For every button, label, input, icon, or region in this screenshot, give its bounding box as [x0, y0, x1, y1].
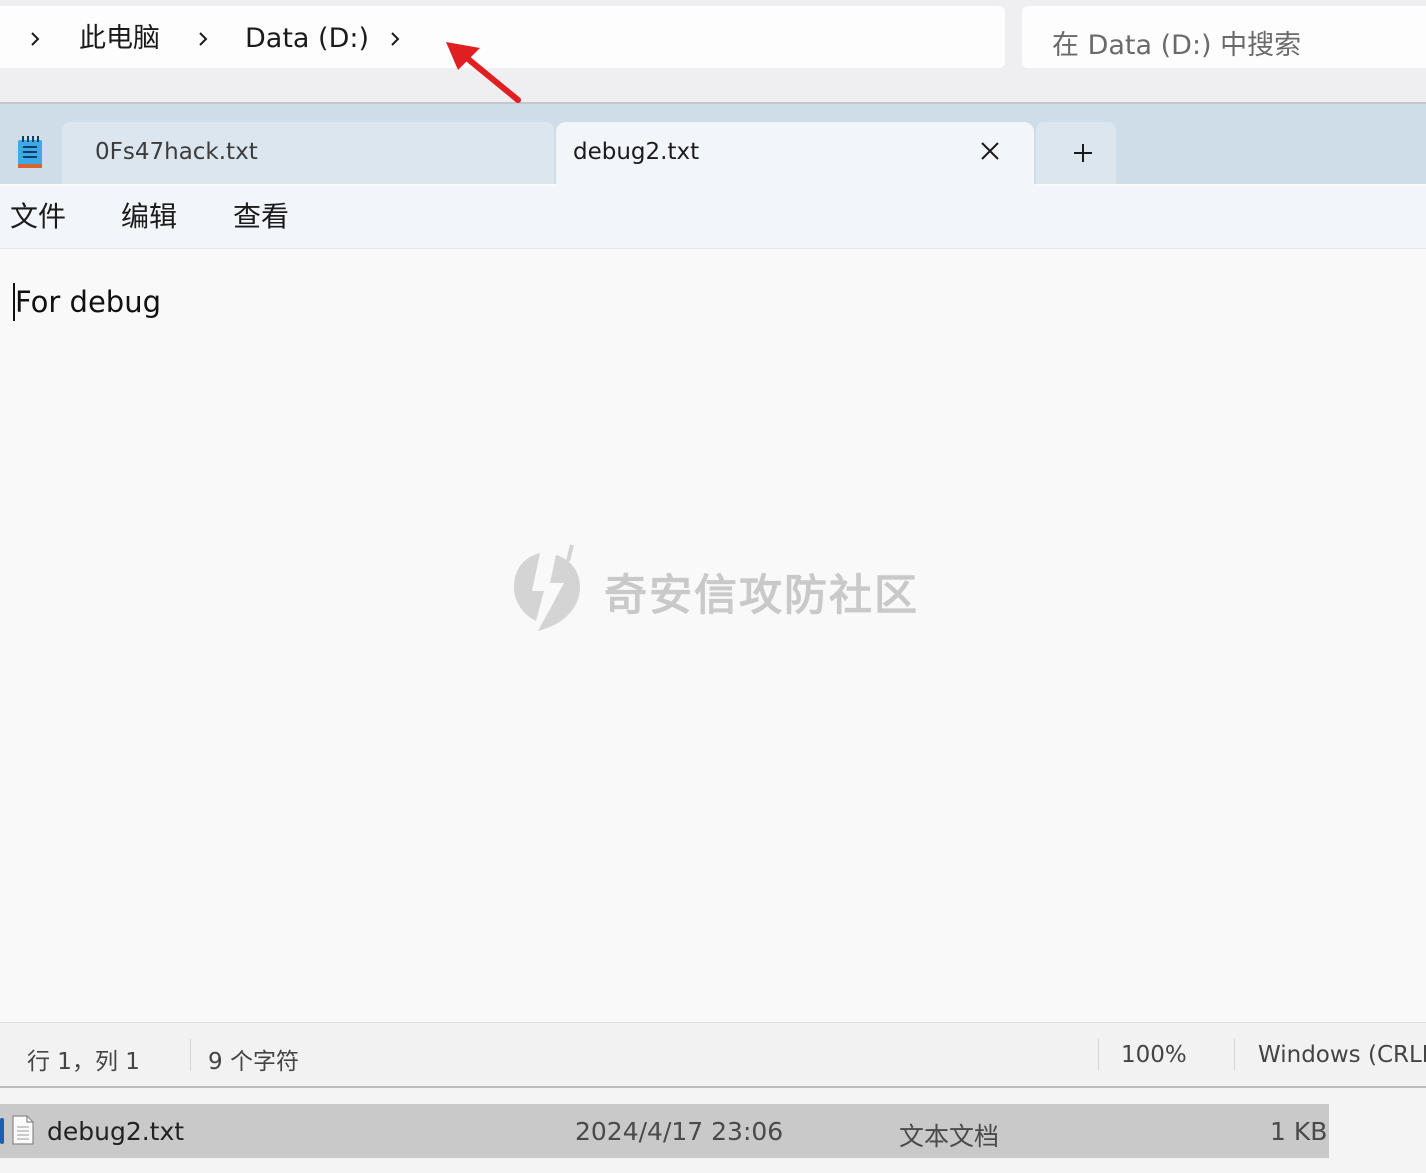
menu-file[interactable]: 文件 [10, 201, 66, 233]
tab-label: 0Fs47hack.txt [95, 139, 258, 165]
chevron-right-icon[interactable] [194, 30, 212, 48]
status-cursor-position: 行 1，列 1 [27, 1049, 140, 1075]
search-input[interactable]: 在 Data (D:) 中搜索 [1022, 6, 1426, 68]
menu-edit[interactable]: 编辑 [121, 201, 177, 233]
watermark-text: 奇安信攻防社区 [604, 571, 919, 621]
annotation-arrow-icon [446, 42, 521, 103]
text-file-icon [12, 1115, 34, 1145]
menu-view[interactable]: 查看 [233, 201, 289, 233]
breadcrumb-data-drive[interactable]: Data (D:) [245, 24, 369, 54]
chevron-right-icon[interactable] [26, 30, 44, 48]
table-row[interactable]: debug2.txt 2024/4/17 23:06 文本文档 1 KB [0, 1104, 1329, 1158]
watermark: 奇安信攻防社区 [510, 541, 930, 633]
file-list: debug2.txt 2024/4/17 23:06 文本文档 1 KB [0, 1086, 1426, 1173]
notepad-app-icon [18, 136, 42, 168]
status-bar: 行 1，列 1 9 个字符 100% Windows (CRLF [0, 1022, 1426, 1087]
tab-label: debug2.txt [573, 139, 700, 165]
text-editor[interactable]: For debug 奇安信攻防社区 [0, 249, 1426, 1022]
explorer-address-bar: 此电脑 Data (D:) 在 Data (D:) 中搜索 [0, 0, 1426, 104]
menu-bar: 文件 编辑 查看 [0, 186, 1426, 249]
tab-0fs47hack[interactable]: 0Fs47hack.txt [62, 122, 554, 184]
file-name: debug2.txt [47, 1117, 185, 1146]
status-zoom[interactable]: 100% [1121, 1042, 1187, 1068]
file-modified: 2024/4/17 23:06 [575, 1117, 784, 1146]
status-divider [1234, 1039, 1235, 1071]
close-icon[interactable] [979, 140, 1001, 162]
selection-indicator [0, 1118, 4, 1144]
breadcrumb-this-pc[interactable]: 此电脑 [79, 24, 160, 54]
search-placeholder: 在 Data (D:) 中搜索 [1052, 30, 1302, 61]
status-line-ending[interactable]: Windows (CRLF [1258, 1042, 1426, 1068]
status-divider [190, 1039, 191, 1071]
status-char-count: 9 个字符 [208, 1049, 299, 1075]
file-type: 文本文档 [899, 1122, 1000, 1151]
plus-icon [1074, 144, 1092, 162]
new-tab-button[interactable] [1036, 122, 1116, 184]
watermark-logo-icon [514, 544, 580, 631]
tab-debug2[interactable]: debug2.txt [556, 122, 1034, 186]
editor-content: For debug [15, 285, 161, 319]
chevron-right-icon[interactable] [386, 30, 404, 48]
status-divider [1098, 1039, 1099, 1071]
file-size: 1 KB [1270, 1117, 1328, 1146]
